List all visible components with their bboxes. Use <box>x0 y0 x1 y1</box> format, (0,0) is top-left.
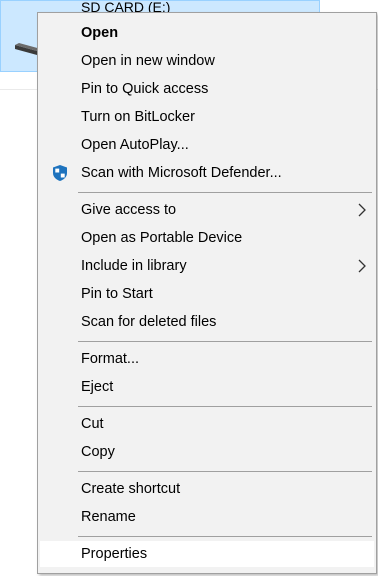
menu-item-open-autoplay[interactable]: Open AutoPlay... <box>40 132 374 158</box>
menu-separator <box>78 192 372 193</box>
menu-item-rename[interactable]: Rename <box>40 504 374 530</box>
menu-separator <box>78 471 372 472</box>
chevron-right-icon <box>358 259 366 273</box>
menu-item-label: Copy <box>81 444 115 460</box>
menu-item-label: Rename <box>81 509 136 525</box>
menu-item-label: Scan with Microsoft Defender... <box>81 165 282 181</box>
menu-item-label: Open AutoPlay... <box>81 137 189 153</box>
menu-item-pin-to-start[interactable]: Pin to Start <box>40 281 374 307</box>
menu-item-copy[interactable]: Copy <box>40 439 374 465</box>
menu-item-label: Turn on BitLocker <box>81 109 195 125</box>
menu-item-give-access-to[interactable]: Give access to <box>40 197 374 223</box>
menu-item-label: Pin to Quick access <box>81 81 209 97</box>
menu-item-create-shortcut[interactable]: Create shortcut <box>40 476 374 502</box>
defender-shield-icon <box>53 165 67 181</box>
menu-item-label: Scan for deleted files <box>81 314 217 330</box>
menu-item-properties[interactable]: Properties <box>40 541 374 567</box>
menu-item-label: Include in library <box>81 258 187 274</box>
menu-item-label: Cut <box>81 416 104 432</box>
menu-item-eject[interactable]: Eject <box>40 374 374 400</box>
menu-item-include-in-library[interactable]: Include in library <box>40 253 374 279</box>
menu-item-label: Eject <box>81 379 114 395</box>
menu-item-pin-to-quick-access[interactable]: Pin to Quick access <box>40 76 374 102</box>
menu-separator <box>78 536 372 537</box>
menu-item-label: Open as Portable Device <box>81 230 243 246</box>
menu-item-label: Format... <box>81 351 140 367</box>
menu-item-label: Open <box>81 25 119 41</box>
menu-item-scan-with-microsoft-defender[interactable]: Scan with Microsoft Defender... <box>40 160 374 186</box>
chevron-right-icon <box>358 203 366 217</box>
menu-item-label: Give access to <box>81 202 177 218</box>
menu-item-label: Create shortcut <box>81 481 181 497</box>
menu-item-label: Pin to Start <box>81 286 153 302</box>
menu-item-format[interactable]: Format... <box>40 346 374 372</box>
menu-separator <box>78 406 372 407</box>
menu-item-label: Properties <box>81 546 148 562</box>
context-menu: Open Open in new window Pin to Quick acces… <box>37 12 377 574</box>
menu-item-open-in-new-window[interactable]: Open in new window <box>40 48 374 74</box>
menu-item-open[interactable]: Open <box>40 20 374 46</box>
menu-item-turn-on-bitlocker[interactable]: Turn on BitLocker <box>40 104 374 130</box>
menu-item-cut[interactable]: Cut <box>40 411 374 437</box>
menu-separator <box>78 341 372 342</box>
menu-item-scan-for-deleted-files[interactable]: Scan for deleted files <box>40 309 374 335</box>
menu-item-label: Open in new window <box>81 53 215 69</box>
menu-item-open-as-portable-device[interactable]: Open as Portable Device <box>40 225 374 251</box>
